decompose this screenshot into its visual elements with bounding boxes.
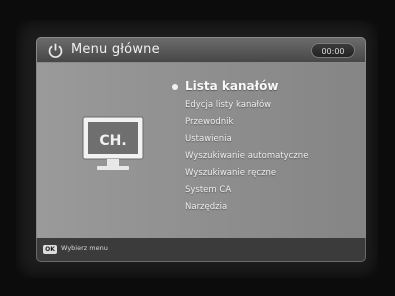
- menu-panel: CH. Lista kanałów Edycja listy kanałów P…: [36, 63, 366, 238]
- main-menu-list: Lista kanałów Edycja listy kanałów Przew…: [172, 77, 308, 216]
- menu-item-label: System CA: [185, 185, 232, 195]
- menu-item-manual-search[interactable]: Wyszukiwanie ręczne: [185, 165, 308, 182]
- menu-header: Menu główne 00:00: [36, 37, 366, 63]
- selection-bullet: [172, 84, 178, 90]
- menu-item-label: Wyszukiwanie ręczne: [185, 168, 277, 178]
- menu-item-guide[interactable]: Przewodnik: [185, 114, 308, 131]
- page-title: Menu główne: [71, 42, 160, 57]
- menu-item-system-ca[interactable]: System CA: [185, 182, 308, 199]
- clock-display: 00:00: [311, 43, 355, 58]
- menu-item-auto-search[interactable]: Wyszukiwanie automatyczne: [185, 148, 308, 165]
- menu-item-label: Wyszukiwanie automatyczne: [185, 151, 309, 161]
- ok-key-icon: OK: [43, 245, 57, 254]
- footer-hint-bar: OK Wybierz menu: [36, 238, 366, 262]
- menu-item-label: Lista kanałów: [185, 79, 279, 93]
- tv-icon-text: CH.: [99, 133, 126, 149]
- footer-hint: Wybierz menu: [61, 244, 108, 252]
- menu-item-label: Ustawienia: [185, 134, 232, 144]
- tv-channel-icon: CH.: [82, 116, 144, 170]
- menu-item-settings[interactable]: Ustawienia: [185, 131, 308, 148]
- power-icon: [48, 43, 63, 58]
- menu-item-edit-channel-list[interactable]: Edycja listy kanałów: [185, 97, 308, 114]
- menu-item-label: Narzędzia: [185, 202, 228, 212]
- menu-item-tools[interactable]: Narzędzia: [185, 199, 308, 216]
- menu-item-channel-list[interactable]: Lista kanałów: [172, 77, 308, 97]
- menu-item-label: Edycja listy kanałów: [185, 100, 272, 110]
- menu-item-label: Przewodnik: [185, 117, 234, 127]
